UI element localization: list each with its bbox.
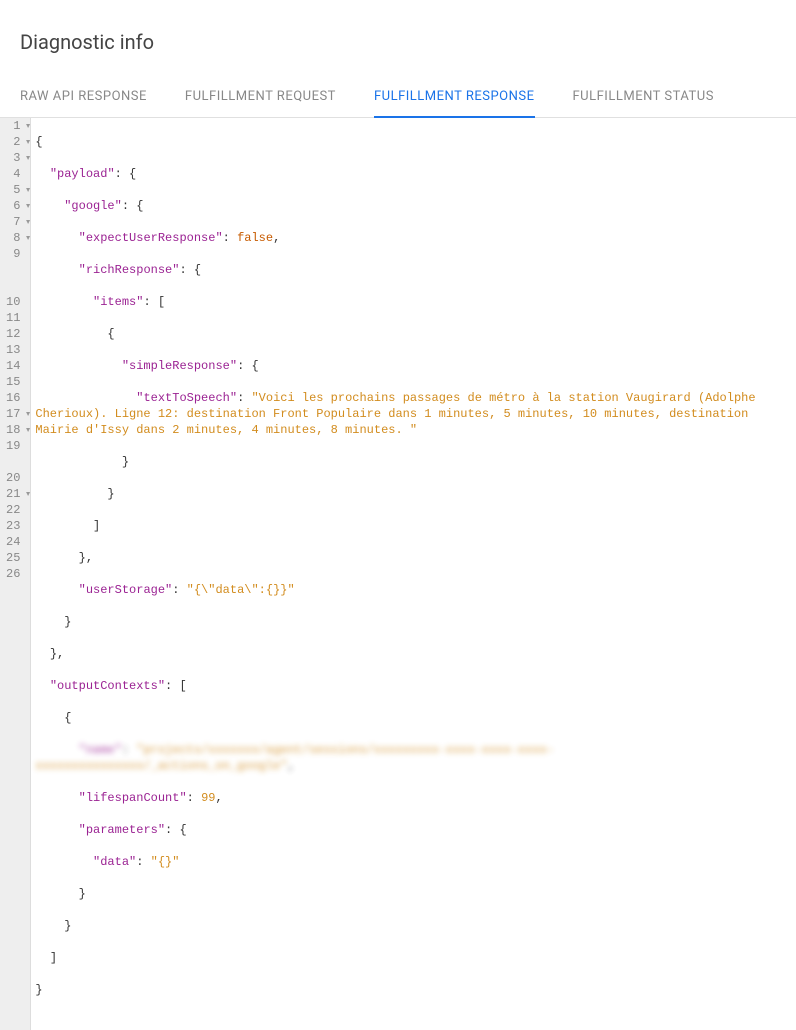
gutter-line: 16 bbox=[0, 390, 30, 406]
tab-fulfillment-response[interactable]: FULFILLMENT RESPONSE bbox=[374, 79, 535, 118]
header: Diagnostic info bbox=[0, 0, 796, 79]
gutter-line[interactable]: 3 bbox=[0, 150, 30, 166]
json-key: simpleResponse bbox=[129, 359, 230, 373]
json-string: {} bbox=[158, 855, 172, 869]
gutter-line[interactable]: 6 bbox=[0, 198, 30, 214]
gutter-line: 12 bbox=[0, 326, 30, 342]
json-key: outputContexts bbox=[57, 679, 158, 693]
json-key: expectUserResponse bbox=[86, 231, 216, 245]
gutter-line[interactable]: 1 bbox=[0, 118, 30, 134]
json-key: items bbox=[100, 295, 136, 309]
gutter-line: 26 bbox=[0, 566, 30, 582]
gutter-line: 11 bbox=[0, 310, 30, 326]
gutter-line: 19 bbox=[0, 438, 30, 470]
gutter-line: 4 bbox=[0, 166, 30, 182]
json-key: parameters bbox=[86, 823, 158, 837]
gutter-line: 24 bbox=[0, 534, 30, 550]
gutter-line[interactable]: 7 bbox=[0, 214, 30, 230]
json-key: textToSpeech bbox=[143, 391, 229, 405]
json-key: richResponse bbox=[86, 263, 172, 277]
json-key: userStorage bbox=[86, 583, 165, 597]
code-viewer: 1 2 3 4 5 6 7 8 9 10 11 12 13 14 15 16 1… bbox=[0, 118, 796, 1030]
tab-bar: RAW API RESPONSE FULFILLMENT REQUEST FUL… bbox=[0, 79, 796, 118]
gutter-line[interactable]: 17 bbox=[0, 406, 30, 422]
json-bool: false bbox=[237, 231, 273, 245]
gutter-line[interactable]: 18 bbox=[0, 422, 30, 438]
gutter-line: 15 bbox=[0, 374, 30, 390]
gutter-line: 13 bbox=[0, 342, 30, 358]
gutter-line: 10 bbox=[0, 294, 30, 310]
gutter-line: 23 bbox=[0, 518, 30, 534]
json-number: 99 bbox=[201, 791, 215, 805]
gutter-line: 25 bbox=[0, 550, 30, 566]
json-key: lifespanCount bbox=[86, 791, 180, 805]
json-key-blurred: name bbox=[86, 743, 115, 757]
gutter-line[interactable]: 5 bbox=[0, 182, 30, 198]
tab-fulfillment-request[interactable]: FULFILLMENT REQUEST bbox=[185, 79, 336, 118]
gutter-line: 20 bbox=[0, 470, 30, 486]
gutter-line: 22 bbox=[0, 502, 30, 518]
code-content[interactable]: { "payload": { "google": { "expectUserRe… bbox=[31, 118, 775, 1030]
tab-fulfillment-status[interactable]: FULFILLMENT STATUS bbox=[573, 79, 714, 118]
gutter-line: 9 bbox=[0, 246, 30, 294]
gutter-line[interactable]: 21 bbox=[0, 486, 30, 502]
tab-raw-api-response[interactable]: RAW API RESPONSE bbox=[20, 79, 147, 118]
gutter-line: 14 bbox=[0, 358, 30, 374]
json-key: data bbox=[100, 855, 129, 869]
page-title: Diagnostic info bbox=[20, 30, 776, 54]
gutter-line[interactable]: 8 bbox=[0, 230, 30, 246]
json-string: {\"data\":{}} bbox=[194, 583, 288, 597]
json-key: payload bbox=[57, 167, 107, 181]
json-key: google bbox=[71, 199, 114, 213]
gutter-line[interactable]: 2 bbox=[0, 134, 30, 150]
line-gutter: 1 2 3 4 5 6 7 8 9 10 11 12 13 14 15 16 1… bbox=[0, 118, 31, 1030]
